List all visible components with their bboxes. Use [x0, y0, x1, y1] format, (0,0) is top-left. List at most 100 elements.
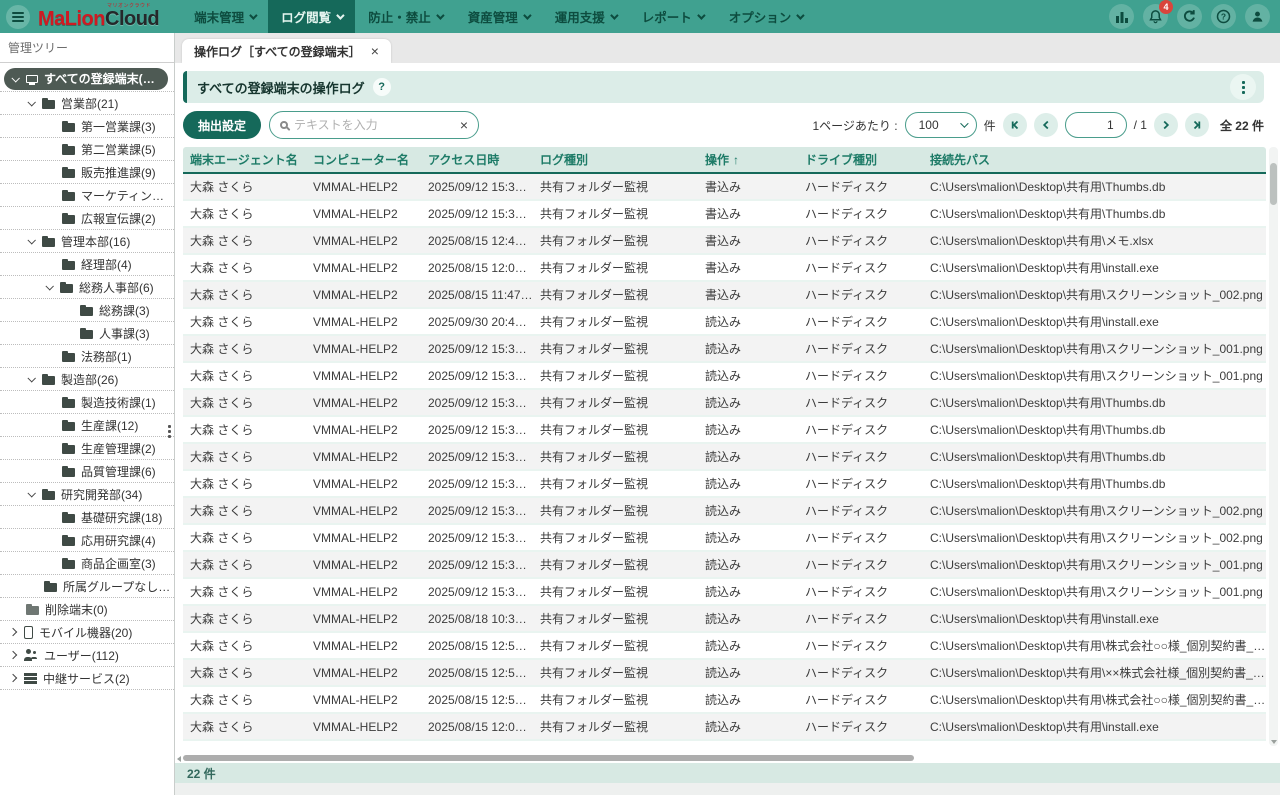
table-row[interactable]: 大森 さくらVMMAL-HELP22025/08/15 12:00:27共有フォ…: [183, 255, 1266, 282]
column-header[interactable]: 接続先パス: [923, 151, 1266, 168]
tree-item[interactable]: 販売推進課(9): [0, 161, 174, 184]
menu-item[interactable]: レポート: [629, 0, 716, 33]
horizontal-scrollbar-thumb[interactable]: [183, 755, 914, 761]
tree-item[interactable]: 応用研究課(4): [0, 529, 174, 552]
tree-item[interactable]: マーケティング課(2): [0, 184, 174, 207]
menu-item[interactable]: 端末管理: [181, 0, 268, 33]
table-row[interactable]: 大森 さくらVMMAL-HELP22025/08/15 12:46:03共有フォ…: [183, 228, 1266, 255]
table-row[interactable]: 大森 さくらVMMAL-HELP22025/09/12 15:39:39共有フォ…: [183, 336, 1266, 363]
table-row[interactable]: 大森 さくらVMMAL-HELP22025/09/12 15:39:39共有フォ…: [183, 363, 1266, 390]
tree-item[interactable]: 研究開発部(34): [0, 483, 174, 506]
tree-item[interactable]: 製造技術課(1): [0, 391, 174, 414]
tree-item[interactable]: 第一営業課(3): [0, 115, 174, 138]
menu-item[interactable]: オプション: [716, 0, 816, 33]
column-header[interactable]: アクセス日時: [421, 151, 533, 168]
table-row[interactable]: 大森 さくらVMMAL-HELP22025/09/12 15:38:57共有フォ…: [183, 525, 1266, 552]
chevron-right-icon[interactable]: [9, 628, 17, 636]
chevron-down-icon[interactable]: [27, 236, 35, 244]
tree-item[interactable]: 商品企画室(3): [0, 552, 174, 575]
page-number-input[interactable]: [1065, 112, 1127, 138]
table-row[interactable]: 大森 さくらVMMAL-HELP22025/09/12 15:38:57共有フォ…: [183, 174, 1266, 201]
table-row[interactable]: 大森 さくらVMMAL-HELP22025/09/30 20:40:20共有フォ…: [183, 309, 1266, 336]
tree-item[interactable]: 総務人事部(6): [0, 276, 174, 299]
tree-item[interactable]: 人事課(3): [0, 322, 174, 345]
tab-bar: 操作ログ［すべての登録端末］ ×: [175, 33, 1280, 63]
chevron-down-icon[interactable]: [27, 374, 35, 382]
table-row[interactable]: 大森 さくらVMMAL-HELP22025/09/12 15:38:57共有フォ…: [183, 201, 1266, 228]
tree-item[interactable]: 生産管理課(2): [0, 437, 174, 460]
menu-item[interactable]: 防止・禁止: [355, 0, 455, 33]
tree-item[interactable]: 削除端末(0): [0, 598, 174, 621]
vertical-scrollbar[interactable]: [1269, 147, 1278, 746]
notifications-bell-icon[interactable]: 4: [1143, 4, 1168, 29]
per-page-select[interactable]: 100: [905, 112, 977, 138]
prev-page-button[interactable]: [1034, 113, 1058, 137]
chevron-right-icon[interactable]: [9, 674, 17, 682]
help-badge-icon[interactable]: ?: [373, 78, 391, 96]
tree-item[interactable]: 所属グループなし(19): [0, 575, 174, 598]
table-row[interactable]: 大森 さくらVMMAL-HELP22025/09/12 15:38:57共有フォ…: [183, 444, 1266, 471]
table-row[interactable]: 大森 さくらVMMAL-HELP22025/08/15 11:47:59共有フォ…: [183, 282, 1266, 309]
column-header[interactable]: 操作↑: [698, 151, 798, 168]
close-icon[interactable]: ×: [371, 44, 379, 58]
tree-item[interactable]: 総務課(3): [0, 299, 174, 322]
clear-search-icon[interactable]: ×: [460, 118, 468, 132]
horizontal-scrollbar[interactable]: [183, 754, 1258, 762]
tree-item[interactable]: 管理本部(16): [0, 230, 174, 253]
hamburger-menu-icon[interactable]: [6, 5, 30, 29]
search-input[interactable]: [294, 118, 454, 132]
table-row[interactable]: 大森 さくらVMMAL-HELP22025/09/12 15:38:55共有フォ…: [183, 579, 1266, 606]
table-row[interactable]: 大森 さくらVMMAL-HELP22025/08/15 12:52:40共有フォ…: [183, 633, 1266, 660]
tree-item[interactable]: 品質管理課(6): [0, 460, 174, 483]
menu-item[interactable]: 資産管理: [455, 0, 542, 33]
sidebar-resize-handle[interactable]: [167, 423, 172, 440]
table-row[interactable]: 大森 さくらVMMAL-HELP22025/08/18 10:37:41共有フォ…: [183, 606, 1266, 633]
table-row[interactable]: 大森 さくらVMMAL-HELP22025/09/12 15:38:58共有フォ…: [183, 417, 1266, 444]
tree-item[interactable]: 生産課(12): [0, 414, 174, 437]
help-icon[interactable]: ?: [1211, 4, 1236, 29]
selected-tree-pill[interactable]: すべての登録端末(116): [4, 68, 168, 90]
chevron-right-icon[interactable]: [9, 651, 17, 659]
chevron-down-icon[interactable]: [27, 98, 35, 106]
tree-item[interactable]: 営業部(21): [0, 92, 174, 115]
chevron-down-icon[interactable]: [45, 282, 53, 290]
tree-item[interactable]: 中継サービス(2): [0, 667, 174, 690]
table-row[interactable]: 大森 さくらVMMAL-HELP22025/09/12 15:38:57共有フォ…: [183, 498, 1266, 525]
scroll-down-arrow-icon[interactable]: [1271, 740, 1277, 744]
menu-item[interactable]: 運用支援: [542, 0, 629, 33]
tree-item[interactable]: 経理部(4): [0, 253, 174, 276]
column-header[interactable]: ログ種別: [533, 151, 698, 168]
table-cell: 2025/08/15 12:00:41: [421, 720, 533, 734]
chevron-down-icon[interactable]: [27, 489, 35, 497]
filter-settings-button[interactable]: 抽出設定: [183, 111, 261, 139]
table-row[interactable]: 大森 さくらVMMAL-HELP22025/09/12 15:38:55共有フォ…: [183, 552, 1266, 579]
account-icon[interactable]: [1245, 4, 1270, 29]
tree-item[interactable]: 法務部(1): [0, 345, 174, 368]
chevron-down-icon[interactable]: [11, 74, 19, 82]
table-row[interactable]: 大森 さくらVMMAL-HELP22025/09/12 15:38:57共有フォ…: [183, 471, 1266, 498]
tree-item[interactable]: すべての登録端末(116): [0, 66, 174, 92]
table-row[interactable]: 大森 さくらVMMAL-HELP22025/08/15 12:52:40共有フォ…: [183, 660, 1266, 687]
table-row[interactable]: 大森 さくらVMMAL-HELP22025/08/15 12:00:41共有フォ…: [183, 714, 1266, 741]
vertical-scrollbar-thumb[interactable]: [1270, 163, 1277, 205]
tree-item[interactable]: 基礎研究課(18): [0, 506, 174, 529]
last-page-button[interactable]: [1185, 113, 1209, 137]
column-header[interactable]: ドライブ種別: [798, 151, 923, 168]
tree-item[interactable]: 第二営業課(5): [0, 138, 174, 161]
next-page-button[interactable]: [1154, 113, 1178, 137]
refresh-icon[interactable]: [1177, 4, 1202, 29]
tree-item[interactable]: 製造部(26): [0, 368, 174, 391]
first-page-button[interactable]: [1003, 113, 1027, 137]
column-header[interactable]: 端末エージェント名: [183, 151, 306, 168]
table-row[interactable]: 大森 さくらVMMAL-HELP22025/09/12 15:38:58共有フォ…: [183, 390, 1266, 417]
chart-icon[interactable]: [1109, 4, 1134, 29]
kebab-menu-icon[interactable]: [1230, 74, 1256, 100]
menu-item[interactable]: ログ閲覧: [268, 0, 355, 33]
tree-item[interactable]: モバイル機器(20): [0, 621, 174, 644]
tab-operation-log[interactable]: 操作ログ［すべての登録端末］ ×: [182, 39, 391, 63]
column-header[interactable]: コンピューター名: [306, 151, 421, 168]
tree-item[interactable]: ユーザー(112): [0, 644, 174, 667]
tree-item[interactable]: 広報宣伝課(2): [0, 207, 174, 230]
scroll-left-arrow-icon[interactable]: [177, 756, 181, 762]
table-row[interactable]: 大森 さくらVMMAL-HELP22025/08/15 12:52:40共有フォ…: [183, 687, 1266, 714]
